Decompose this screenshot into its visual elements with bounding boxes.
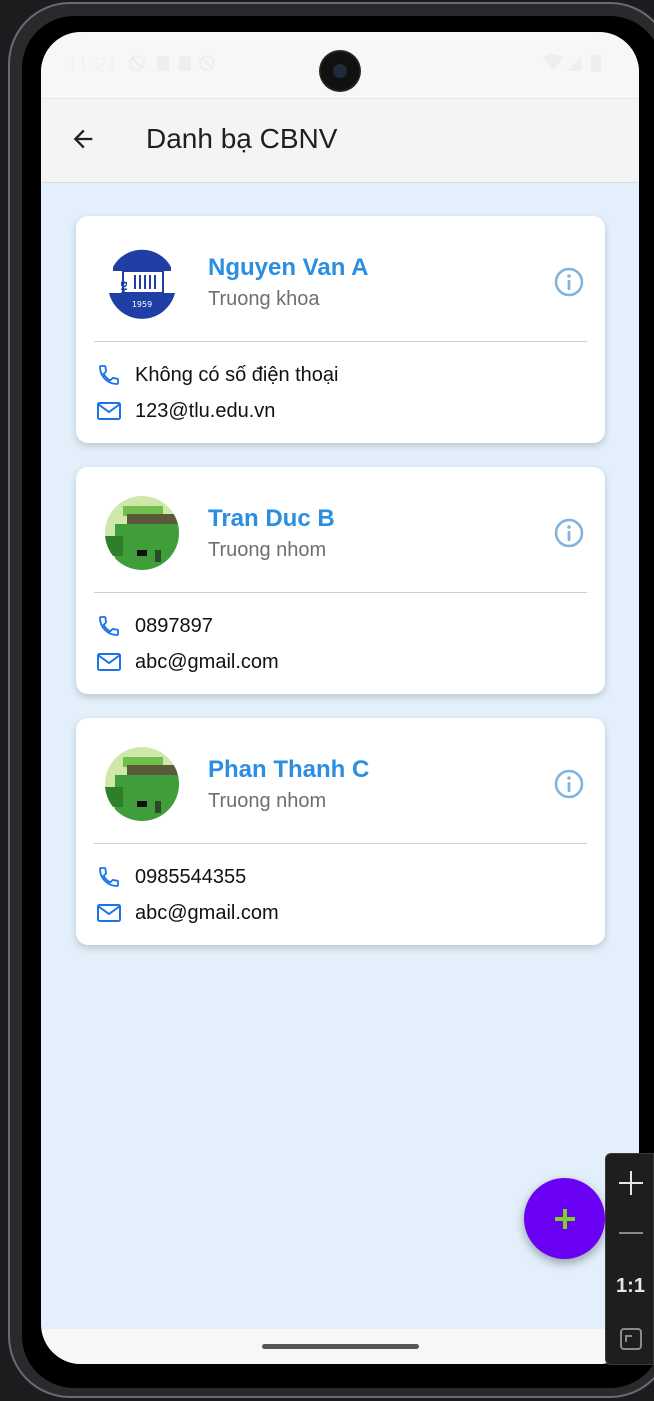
phone-text: 0897897: [135, 614, 213, 637]
email-text: abc@gmail.com: [135, 650, 279, 673]
app-bar: Danh bạ CBNV: [41, 98, 639, 183]
phone-row[interactable]: Không có số điện thoại: [96, 361, 339, 389]
wifi-icon: [543, 54, 563, 70]
email-row[interactable]: abc@gmail.com: [96, 899, 279, 927]
status-right-icons: [543, 52, 605, 79]
add-contact-button[interactable]: [524, 1178, 605, 1259]
app-screen: 11:21 Danh bạ CBNV ĐHTL 1959 Nguyen Van …: [41, 32, 639, 1364]
phone-icon: [96, 864, 122, 890]
zoom-reset-button[interactable]: 1:1: [606, 1263, 654, 1309]
avatar-logo: ĐHTL 1959: [105, 245, 179, 319]
plus-icon: [618, 1171, 643, 1195]
card-divider: [94, 592, 587, 593]
zoom-out-button[interactable]: [606, 1210, 654, 1256]
contact-role: Truong nhom: [208, 790, 327, 812]
contact-role: Truong khoa: [208, 288, 320, 310]
arrow-left-icon: [73, 129, 93, 149]
battery-icon: [591, 55, 601, 72]
sync-icon: [129, 55, 145, 71]
signal-icon: [567, 56, 581, 71]
mail-icon: [96, 649, 122, 675]
info-icon: [554, 267, 584, 297]
mail-icon: [96, 900, 122, 926]
minus-icon: [618, 1232, 643, 1234]
fit-screen-icon: [619, 1328, 642, 1350]
phone-row[interactable]: 0985544355: [96, 863, 246, 891]
no-disturb-icon: [199, 55, 215, 71]
info-icon: [554, 769, 584, 799]
info-button[interactable]: [553, 517, 585, 549]
logo-text: ĐHTL: [119, 281, 128, 305]
page-title: Danh bạ CBNV: [146, 123, 338, 154]
email-text: abc@gmail.com: [135, 901, 279, 924]
email-text: 123@tlu.edu.vn: [135, 399, 276, 422]
status-time: 11:21: [67, 54, 119, 76]
status-left-icons: [127, 52, 217, 79]
emulator-zoom-panel: 1:1: [605, 1153, 654, 1365]
sim-icon: [157, 56, 169, 71]
contact-card[interactable]: Tran Duc B Truong nhom 0897897 abc@gmail…: [76, 467, 605, 694]
avatar-image: [105, 747, 179, 821]
back-button[interactable]: [63, 119, 103, 159]
phone-row[interactable]: 0897897: [96, 612, 213, 640]
fit-screen-button[interactable]: [606, 1316, 654, 1362]
info-button[interactable]: [553, 768, 585, 800]
card-divider: [94, 341, 587, 342]
contact-card[interactable]: ĐHTL 1959 Nguyen Van A Truong khoa Không…: [76, 216, 605, 443]
contact-name: Nguyen Van A: [208, 254, 369, 281]
avatar-image: [105, 496, 179, 570]
logo-year: 1959: [132, 300, 152, 309]
phone-text: 0985544355: [135, 865, 247, 888]
contact-name: Phan Thanh C: [208, 756, 370, 783]
status-bar: 11:21: [41, 32, 639, 98]
phone-icon: [96, 362, 122, 388]
zoom-in-button[interactable]: [606, 1160, 654, 1206]
front-camera: [321, 52, 359, 90]
nav-bar: [41, 1329, 639, 1364]
email-row[interactable]: 123@tlu.edu.vn: [96, 397, 275, 425]
email-row[interactable]: abc@gmail.com: [96, 648, 279, 676]
sd-card-icon: [179, 56, 191, 71]
plus-icon: [554, 1208, 575, 1229]
info-icon: [554, 518, 584, 548]
contact-role: Truong nhom: [208, 539, 327, 561]
card-divider: [94, 843, 587, 844]
home-indicator[interactable]: [262, 1344, 419, 1349]
info-button[interactable]: [553, 266, 585, 298]
mail-icon: [96, 398, 122, 424]
phone-icon: [96, 613, 122, 639]
contact-card[interactable]: Phan Thanh C Truong nhom 0985544355 abc@…: [76, 718, 605, 945]
contact-name: Tran Duc B: [208, 505, 335, 532]
phone-text: Không có số điện thoại: [135, 363, 339, 386]
